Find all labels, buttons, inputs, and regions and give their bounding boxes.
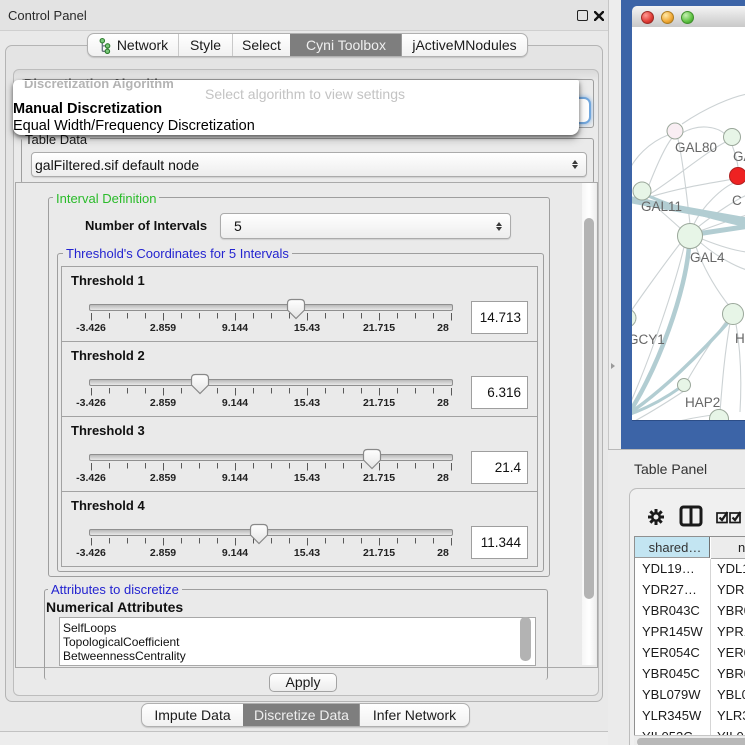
svg-text:C: C — [732, 193, 742, 208]
svg-text:GA: GA — [733, 149, 745, 164]
svg-text:GCY1: GCY1 — [632, 332, 665, 347]
svg-text:GAL80: GAL80 — [675, 140, 717, 155]
svg-text:GAL11: GAL11 — [641, 199, 682, 214]
svg-text:H: H — [735, 331, 745, 346]
svg-text:HAP2: HAP2 — [685, 395, 720, 410]
svg-text:GAL4: GAL4 — [690, 250, 725, 265]
